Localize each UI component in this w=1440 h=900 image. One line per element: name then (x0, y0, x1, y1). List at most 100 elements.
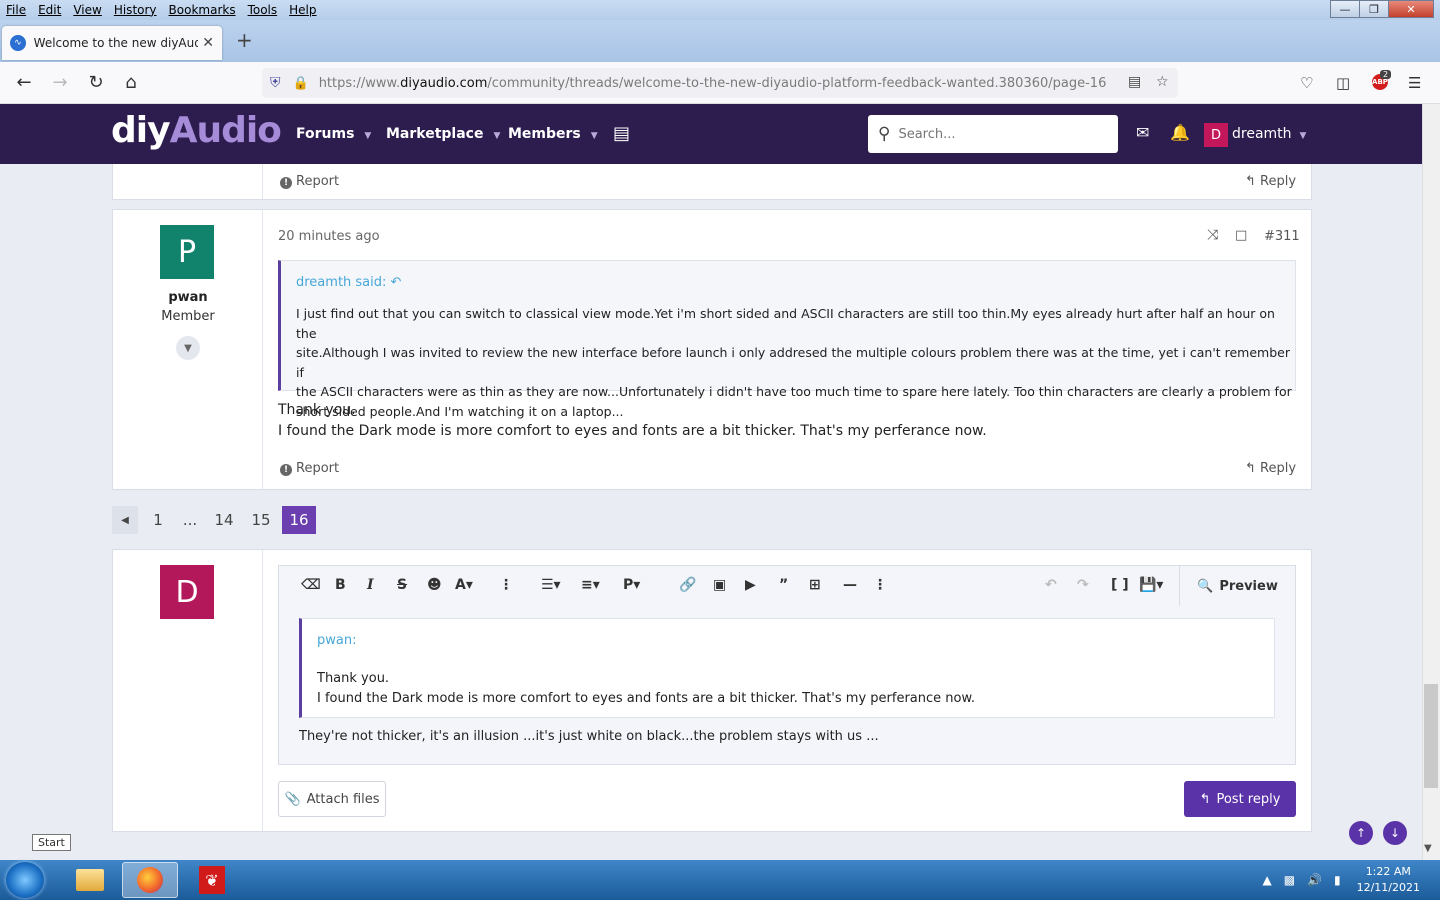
search-input[interactable] (898, 126, 1099, 142)
rich-text-editor[interactable]: ⌫ B I S ☻ A▾ ⋮ ☰▾ ≡▾ P▾ 🔗 ▣ ▶ ” ⊞ — ⋮ ↶ … (278, 565, 1296, 765)
report-link[interactable]: ! Report (280, 461, 339, 476)
reply-link[interactable]: ↰ Reply (1245, 461, 1296, 476)
conversations-envelope-icon[interactable]: ✉ (1136, 123, 1149, 142)
search-box[interactable]: ⚲ (868, 115, 1118, 153)
tracking-shield-icon[interactable]: ⛨ (270, 75, 281, 91)
menu-file[interactable]: File (0, 3, 32, 17)
reload-icon[interactable]: ↻ (84, 72, 108, 93)
list-icon[interactable]: ☰▾ (541, 577, 561, 593)
attach-files-button[interactable]: 📎 Attach files (278, 781, 386, 817)
windows-start-icon[interactable] (6, 862, 44, 898)
text-size-icon[interactable]: A▾ (455, 577, 473, 593)
browser-tab-active[interactable]: ∿ Welcome to the new diyAudio p ✕ (2, 26, 222, 60)
quote-author-link[interactable]: dreamth said: ↶ (296, 275, 401, 290)
nav-forums[interactable]: Forums ▼ (296, 126, 371, 142)
post-reply-button[interactable]: ↰ Post reply (1184, 781, 1296, 817)
more-options-icon[interactable]: ⋮ (873, 577, 887, 593)
more-options-icon[interactable]: ⋮ (499, 577, 513, 593)
menu-view[interactable]: View (67, 3, 107, 17)
bold-icon[interactable]: B (335, 577, 346, 593)
image-icon[interactable]: ▣ (713, 577, 726, 593)
link-icon[interactable]: 🔗 (679, 577, 696, 593)
pagination-prev-icon[interactable]: ◀ (112, 506, 138, 534)
editor-quote-block[interactable]: pwan: Thank you. I found the Dark mode i… (299, 618, 1275, 718)
quote-icon[interactable]: ” (779, 577, 788, 593)
minimize-icon[interactable]: — (1330, 0, 1360, 18)
nav-marketplace[interactable]: Marketplace ▼ (386, 126, 500, 142)
page-1[interactable]: 1 (146, 506, 170, 534)
paragraph-icon[interactable]: P▾ (623, 577, 640, 593)
sidebar-icon[interactable]: ◫ (1336, 74, 1350, 92)
horizontal-rule-icon[interactable]: — (843, 577, 857, 593)
lock-icon[interactable]: 🔒 (293, 76, 309, 91)
page-16-current[interactable]: 16 (282, 506, 316, 534)
menu-tools[interactable]: Tools (242, 3, 284, 17)
power-icon[interactable]: ▮ (1334, 873, 1341, 887)
report-link[interactable]: ! Report (280, 174, 339, 189)
address-bar[interactable]: ⛨ 🔒 https://www.diyaudio.com/community/t… (262, 68, 1178, 98)
menu-help[interactable]: Help (283, 3, 322, 17)
pocket-icon[interactable]: ♡ (1300, 74, 1313, 92)
post-body: Thank you. I found the Dark mode is more… (278, 402, 987, 439)
close-window-icon[interactable]: ✕ (1388, 0, 1434, 18)
post-username[interactable]: pwan (113, 290, 263, 305)
share-icon[interactable]: ⤨ (1207, 227, 1218, 243)
menu-bookmarks[interactable]: Bookmarks (163, 3, 242, 17)
chevron-down-icon[interactable]: ▼ (176, 336, 200, 360)
nav-members[interactable]: Members ▼ (508, 126, 598, 142)
bookmark-icon[interactable]: □ (1235, 228, 1247, 243)
alerts-bell-icon[interactable]: 🔔 (1170, 123, 1190, 142)
scrollbar-thumb[interactable] (1424, 684, 1438, 788)
italic-icon[interactable]: I (367, 577, 374, 593)
redo-icon[interactable]: ↷ (1077, 577, 1089, 593)
strikethrough-icon[interactable]: S (397, 577, 407, 593)
maximize-icon[interactable]: ❐ (1359, 0, 1389, 18)
account-menu[interactable]: dreamth ▼ (1232, 126, 1306, 142)
table-icon[interactable]: ⊞ (809, 577, 821, 593)
page-14[interactable]: 14 (210, 506, 238, 534)
back-icon[interactable]: ← (12, 72, 36, 93)
network-signal-icon[interactable]: ▩ (1284, 873, 1295, 887)
page-ellipsis[interactable]: ... (178, 506, 202, 534)
preview-button[interactable]: 🔍 Preview (1179, 566, 1295, 606)
page-15[interactable]: 15 (247, 506, 275, 534)
taskbar-firefox[interactable] (122, 862, 178, 898)
tab-title: Welcome to the new diyAudio p (33, 36, 199, 50)
scroll-down-arrow-icon[interactable]: ▼ (1424, 843, 1432, 854)
system-tray: ▲ ▩ 🔊 ▮ 1:22 AM 12/11/2021 (1256, 860, 1440, 900)
forward-icon[interactable]: → (48, 72, 72, 93)
menu-edit[interactable]: Edit (32, 3, 67, 17)
editor-quote-author: pwan: (317, 633, 357, 648)
media-icon[interactable]: ▶ (745, 577, 756, 593)
smiley-icon[interactable]: ☻ (427, 577, 442, 593)
volume-icon[interactable]: 🔊 (1307, 873, 1322, 887)
scroll-bottom-arrow-icon[interactable]: ↓ (1383, 821, 1407, 845)
taskbar-acrobat[interactable]: ❦ (184, 862, 240, 898)
home-icon[interactable]: ⌂ (119, 72, 143, 93)
eraser-icon[interactable]: ⌫ (301, 577, 321, 593)
scroll-top-arrow-icon[interactable]: ↑ (1349, 821, 1373, 845)
editor-reply-text[interactable]: They're not thicker, it's an illusion ..… (299, 729, 879, 744)
menu-bar: File Edit View History Bookmarks Tools H… (0, 0, 1440, 20)
taskbar-explorer[interactable] (62, 862, 118, 898)
avatar[interactable]: P (160, 225, 214, 279)
avatar[interactable]: D (1204, 123, 1228, 147)
reply-link[interactable]: ↰ Reply (1245, 174, 1296, 189)
site-logo[interactable]: diyAudio (111, 110, 282, 151)
undo-icon[interactable]: ↶ (1045, 577, 1057, 593)
hamburger-menu-icon[interactable]: ☰ (1408, 74, 1421, 92)
show-hidden-icons-icon[interactable]: ▲ (1262, 873, 1271, 887)
whats-new-list-icon[interactable]: ▤ (613, 123, 630, 144)
save-draft-icon[interactable]: 💾▾ (1139, 577, 1163, 593)
url-text[interactable]: https://www.diyaudio.com/community/threa… (319, 76, 1109, 91)
bbcode-toggle-icon[interactable]: [ ] (1111, 577, 1129, 593)
menu-history[interactable]: History (108, 3, 163, 17)
bookmark-star-icon[interactable]: ☆ (1156, 74, 1169, 90)
align-icon[interactable]: ≡▾ (581, 577, 600, 593)
new-tab-icon[interactable]: + (236, 28, 253, 52)
post-timestamp[interactable]: 20 minutes ago (278, 229, 380, 244)
taskbar-clock[interactable]: 1:22 AM 12/11/2021 (1357, 864, 1420, 896)
reader-view-icon[interactable]: ▤ (1128, 74, 1141, 90)
post-number[interactable]: #311 (1264, 229, 1300, 244)
tab-close-icon[interactable]: ✕ (202, 35, 214, 51)
